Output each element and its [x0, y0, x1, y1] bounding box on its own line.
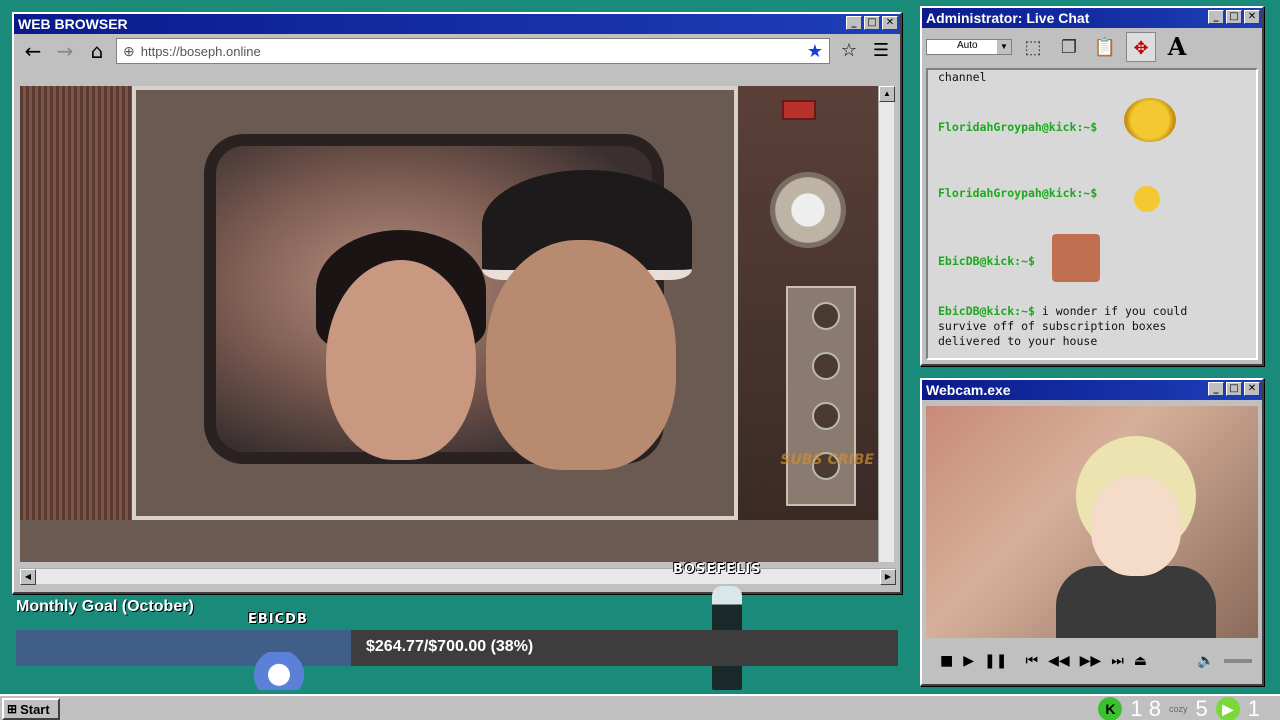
vertical-scrollbar[interactable]: ▲: [878, 86, 895, 562]
goal-amount: $264.77/$700.00 (38%): [366, 638, 534, 655]
media-controls: ■ ▶ ❚❚ ⏮ ◀◀ ▶▶ ⏭ ⏏ 🔈: [926, 644, 1258, 678]
play-icon[interactable]: ▶: [963, 653, 974, 669]
tv-control-panel: SUBS CRIBE: [738, 86, 880, 520]
volume-slider[interactable]: [1224, 659, 1253, 663]
tv-frame: [132, 86, 738, 520]
windows-logo-icon: ⊞: [7, 702, 18, 716]
sprite-creature: [252, 652, 306, 690]
avatar-body: [1056, 566, 1216, 638]
minimize-button[interactable]: _: [1208, 382, 1224, 396]
paste-icon[interactable]: 📋: [1090, 32, 1120, 62]
video-viewport[interactable]: SUBS CRIBE: [20, 86, 880, 562]
home-icon[interactable]: ⌂: [84, 38, 110, 64]
player-name-label: EBICDB: [248, 612, 308, 627]
browser-titlebar[interactable]: WEB BROWSER _ □ ✕: [14, 14, 900, 34]
avatar-face: [1091, 476, 1181, 576]
emote-angry-icon: [1134, 186, 1160, 212]
taskbar: ⊞ Start K 1 8 cozy 5 ▶ 1: [0, 694, 1280, 720]
close-button[interactable]: ✕: [882, 16, 898, 30]
tray-label: cozy: [1168, 704, 1188, 714]
scroll-right-icon[interactable]: ▶: [880, 569, 896, 585]
skip-back-icon[interactable]: ⏮: [1025, 653, 1038, 669]
chat-window: Administrator: Live Chat _ □ ✕ Auto ▼ ⬚ …: [920, 6, 1264, 366]
close-button[interactable]: ✕: [1244, 382, 1260, 396]
chat-message: EbicDB@kick:~$: [938, 254, 1035, 268]
channel-knob: [770, 172, 846, 248]
chat-message: FloridahGroypah@kick:~$: [938, 186, 1098, 200]
chat-title: Administrator: Live Chat: [926, 10, 1090, 26]
system-tray: K 1 8 cozy 5 ▶ 1: [1098, 696, 1260, 720]
maximize-button[interactable]: □: [864, 16, 880, 30]
fast-forward-icon[interactable]: ▶▶: [1080, 653, 1102, 669]
font-icon[interactable]: A: [1162, 32, 1192, 62]
subscribe-watermark: SUBS CRIBE: [780, 452, 874, 468]
stop-icon[interactable]: ■: [940, 653, 953, 669]
scroll-left-icon[interactable]: ◀: [20, 569, 36, 585]
goal-title: Monthly Goal (October): [16, 598, 194, 615]
pause-icon[interactable]: ❚❚: [984, 653, 1007, 669]
chat-message: FloridahGroypah@kick:~$: [938, 120, 1098, 134]
chat-message: EbicDB@kick:~$ i wonder if you could sur…: [938, 304, 1188, 348]
start-button[interactable]: ⊞ Start: [2, 698, 60, 720]
emote-face-icon: [1052, 234, 1100, 282]
eject-icon[interactable]: ⏏: [1134, 653, 1147, 669]
select-icon[interactable]: ⬚: [1018, 32, 1048, 62]
menu-icon[interactable]: ☰: [868, 38, 894, 64]
scroll-up-icon[interactable]: ▲: [879, 86, 895, 102]
tray-count: 1: [1247, 696, 1260, 720]
webcam-view: [926, 406, 1258, 638]
tv-base: [20, 520, 880, 562]
maximize-button[interactable]: □: [1226, 10, 1242, 24]
kick-logo-icon: K: [1098, 697, 1123, 720]
font-size-select[interactable]: Auto ▼: [926, 39, 1012, 55]
knob-column: [786, 286, 856, 506]
horizontal-scrollbar[interactable]: ◀ ▶: [20, 568, 896, 585]
tray-count: 5: [1195, 696, 1208, 720]
chat-message: channel: [938, 70, 987, 84]
globe-icon: ⊕: [123, 42, 135, 59]
player-name-label: BOSEFELIS: [673, 562, 762, 577]
chevron-down-icon: ▼: [997, 40, 1011, 54]
browser-title: WEB BROWSER: [18, 16, 128, 32]
webcam-title: Webcam.exe: [926, 382, 1011, 398]
volume-icon[interactable]: 🔈: [1197, 653, 1214, 669]
copy-icon[interactable]: ❐: [1054, 32, 1084, 62]
browser-window: WEB BROWSER _ □ ✕ ← → ⌂ ⊕ https://boseph…: [12, 12, 902, 594]
close-button[interactable]: ✕: [1244, 10, 1260, 24]
address-bar[interactable]: ⊕ https://boseph.online ★: [116, 38, 830, 64]
skip-forward-icon[interactable]: ⏭: [1111, 653, 1124, 669]
goal-progress-bar: $264.77/$700.00 (38%): [16, 630, 898, 666]
favorites-icon[interactable]: ☆: [836, 38, 862, 64]
forward-icon[interactable]: →: [52, 38, 78, 64]
chat-titlebar[interactable]: Administrator: Live Chat _ □ ✕: [922, 8, 1262, 28]
chat-log[interactable]: channel FloridahGroypah@kick:~$ Floridah…: [926, 68, 1258, 360]
rewind-icon[interactable]: ◀◀: [1048, 653, 1070, 669]
back-icon[interactable]: ←: [20, 38, 46, 64]
move-icon[interactable]: ✥: [1126, 32, 1156, 62]
browser-toolbar: ← → ⌂ ⊕ https://boseph.online ★ ☆ ☰: [14, 34, 900, 68]
url-text: https://boseph.online: [140, 43, 261, 59]
video-frame-people: [286, 150, 706, 470]
chat-toolbar: Auto ▼ ⬚ ❐ 📋 ✥ A: [922, 28, 1262, 66]
minimize-button[interactable]: _: [846, 16, 862, 30]
webcam-titlebar[interactable]: Webcam.exe _ □ ✕: [922, 380, 1262, 400]
emote-smiley-icon: [1124, 98, 1176, 142]
maximize-button[interactable]: □: [1226, 382, 1242, 396]
webcam-window: Webcam.exe _ □ ✕ ■ ▶ ❚❚ ⏮ ◀◀ ▶▶ ⏭ ⏏ 🔈: [920, 378, 1264, 686]
bookmark-star-icon[interactable]: ★: [807, 41, 823, 62]
power-button: [782, 100, 816, 120]
tray-count: 1 8: [1130, 696, 1161, 720]
minimize-button[interactable]: _: [1208, 10, 1224, 24]
wood-panel: [20, 86, 132, 562]
play-circle-icon: ▶: [1215, 697, 1240, 720]
